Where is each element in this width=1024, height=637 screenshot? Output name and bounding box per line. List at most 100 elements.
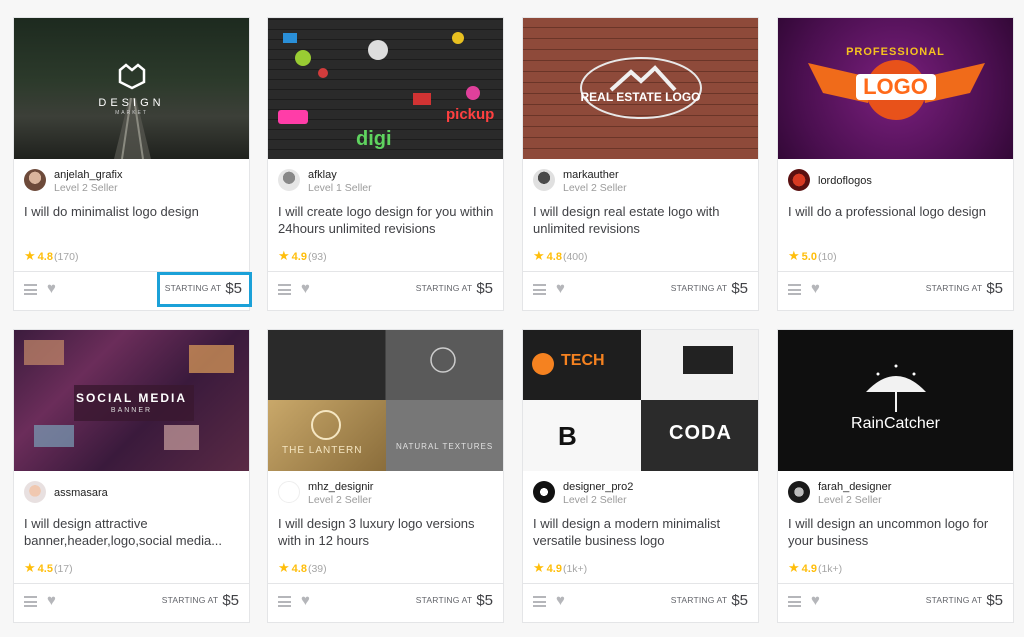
heart-icon[interactable]: ♥ [556, 592, 565, 610]
gig-thumbnail[interactable]: RainCatcher [778, 330, 1013, 471]
gig-card[interactable]: digi pickup afklay Level 1 Seller I will… [267, 17, 504, 311]
starting-price[interactable]: STARTING AT $5 [156, 272, 252, 307]
review-count: (170) [53, 251, 79, 263]
price-value: $5 [986, 280, 1003, 297]
gig-thumbnail[interactable]: digi pickup [268, 18, 503, 159]
gig-title[interactable]: I will design real estate logo with unli… [533, 203, 750, 237]
starting-price[interactable]: STARTING AT $5 [926, 280, 1003, 298]
gig-thumbnail[interactable]: THE LANTERN NATURAL TEXTURES [268, 330, 503, 471]
price-value: $5 [476, 592, 493, 609]
list-menu-icon[interactable] [788, 284, 801, 295]
seller-name[interactable]: afklay [308, 169, 337, 181]
price-label: STARTING AT [164, 283, 222, 293]
seller-name[interactable]: anjelah_grafix [54, 169, 123, 181]
gig-rating: ★ 5.0(10) [788, 248, 837, 264]
star-icon: ★ [533, 560, 545, 575]
seller-avatar[interactable] [533, 169, 555, 191]
gig-card[interactable]: SOCIAL MEDIA BANNER assmasara I will des… [13, 329, 250, 623]
price-label: STARTING AT [925, 595, 983, 605]
thumbnail-text: THE LANTERN [282, 445, 363, 456]
heart-icon[interactable]: ♥ [47, 280, 56, 298]
gig-card[interactable]: THE LANTERN NATURAL TEXTURES mhz_designi… [267, 329, 504, 623]
seller-name[interactable]: designer_pro2 [563, 481, 633, 493]
starting-price[interactable]: STARTING AT $5 [671, 592, 748, 610]
starting-price[interactable]: STARTING AT $5 [162, 592, 239, 610]
seller-name[interactable]: markauther [563, 169, 619, 181]
seller-avatar[interactable] [278, 481, 300, 503]
gig-footer: ♥ STARTING AT $5 [778, 271, 1013, 310]
starting-price[interactable]: STARTING AT $5 [926, 592, 1003, 610]
list-menu-icon[interactable] [24, 596, 37, 607]
list-menu-icon[interactable] [24, 284, 37, 295]
thumbnail-text: REAL ESTATE LOGO [580, 90, 701, 104]
seller-info: farah_designer Level 2 Seller [788, 481, 1003, 507]
price-label: STARTING AT [670, 595, 728, 605]
gig-title[interactable]: I will design an uncommon logo for your … [788, 515, 1005, 549]
seller-avatar[interactable] [24, 169, 46, 191]
list-menu-icon[interactable] [278, 596, 291, 607]
rating-value: 4.8 [37, 251, 53, 263]
gig-card[interactable]: RainCatcher farah_designer Level 2 Selle… [777, 329, 1014, 623]
thumbnail-subtext: NATURAL TEXTURES [396, 442, 494, 451]
rating-value: 4.9 [801, 563, 817, 575]
gig-thumbnail[interactable]: LOGO PROFESSIONAL [778, 18, 1013, 159]
heart-icon[interactable]: ♥ [301, 280, 310, 298]
seller-name[interactable]: mhz_designir [308, 481, 373, 493]
gig-card[interactable]: B TECH CODA designer_pro2 Level 2 Seller… [522, 329, 759, 623]
seller-info: designer_pro2 Level 2 Seller [533, 481, 748, 507]
star-icon: ★ [24, 248, 36, 263]
list-menu-icon[interactable] [788, 596, 801, 607]
gig-title[interactable]: I will design 3 luxury logo versions wit… [278, 515, 495, 549]
heart-icon[interactable]: ♥ [47, 592, 56, 610]
gig-card[interactable]: LOGO PROFESSIONAL lordoflogos I will do … [777, 17, 1014, 311]
gig-footer: ♥ STARTING AT $5 [268, 583, 503, 622]
gig-title[interactable]: I will do a professional logo design [788, 203, 1005, 220]
seller-name[interactable]: lordoflogos [818, 175, 872, 187]
starting-price[interactable]: STARTING AT $5 [671, 280, 748, 298]
heart-icon[interactable]: ♥ [811, 280, 820, 298]
gig-thumbnail[interactable]: SOCIAL MEDIA BANNER [14, 330, 249, 471]
heart-icon[interactable]: ♥ [301, 592, 310, 610]
review-count: (39) [307, 563, 327, 575]
rating-value: 4.9 [291, 251, 307, 263]
gig-title[interactable]: I will design a modern minimalist versat… [533, 515, 750, 549]
seller-avatar[interactable] [788, 481, 810, 503]
gig-footer: ♥ STARTING AT $5 [14, 271, 252, 310]
gig-card[interactable]: REAL ESTATE LOGO markauther Level 2 Sell… [522, 17, 759, 311]
gig-thumbnail[interactable]: REAL ESTATE LOGO [523, 18, 758, 159]
thumbnail-subtext: CODA [669, 422, 732, 444]
heart-icon[interactable]: ♥ [811, 592, 820, 610]
seller-name[interactable]: assmasara [54, 487, 108, 499]
gig-thumbnail[interactable]: DESIGN MARKET [14, 18, 249, 159]
review-count: (1k+) [817, 563, 843, 575]
seller-info: mhz_designir Level 2 Seller [278, 481, 493, 507]
seller-name[interactable]: farah_designer [818, 481, 891, 493]
seller-avatar[interactable] [788, 169, 810, 191]
gig-title[interactable]: I will design attractive banner,header,l… [24, 515, 241, 549]
seller-level: Level 1 Seller [308, 182, 372, 194]
seller-avatar[interactable] [278, 169, 300, 191]
seller-avatar[interactable] [533, 481, 555, 503]
starting-price[interactable]: STARTING AT $5 [416, 592, 493, 610]
list-menu-icon[interactable] [533, 596, 546, 607]
svg-text:B: B [558, 421, 577, 451]
gig-title[interactable]: I will create logo design for you within… [278, 203, 495, 237]
price-value: $5 [986, 592, 1003, 609]
gig-footer: ♥ STARTING AT $5 [268, 271, 503, 310]
heart-icon[interactable]: ♥ [556, 280, 565, 298]
list-menu-icon[interactable] [278, 284, 291, 295]
seller-avatar[interactable] [24, 481, 46, 503]
seller-level: Level 2 Seller [563, 494, 627, 506]
price-value: $5 [476, 280, 493, 297]
gig-grid: DESIGN MARKET anjelah_grafix Level 2 Sel… [13, 17, 1015, 627]
gig-title[interactable]: I will do minimalist logo design [24, 203, 241, 220]
starting-price[interactable]: STARTING AT $5 [416, 280, 493, 298]
gig-card[interactable]: DESIGN MARKET anjelah_grafix Level 2 Sel… [13, 17, 252, 311]
rating-value: 4.8 [291, 563, 307, 575]
gig-rating: ★ 4.9(1k+) [788, 560, 842, 576]
price-value: $5 [731, 592, 748, 609]
thumbnail-text: DESIGN [98, 97, 165, 109]
list-menu-icon[interactable] [533, 284, 546, 295]
price-value: $5 [222, 592, 239, 609]
gig-thumbnail[interactable]: B TECH CODA [523, 330, 758, 471]
